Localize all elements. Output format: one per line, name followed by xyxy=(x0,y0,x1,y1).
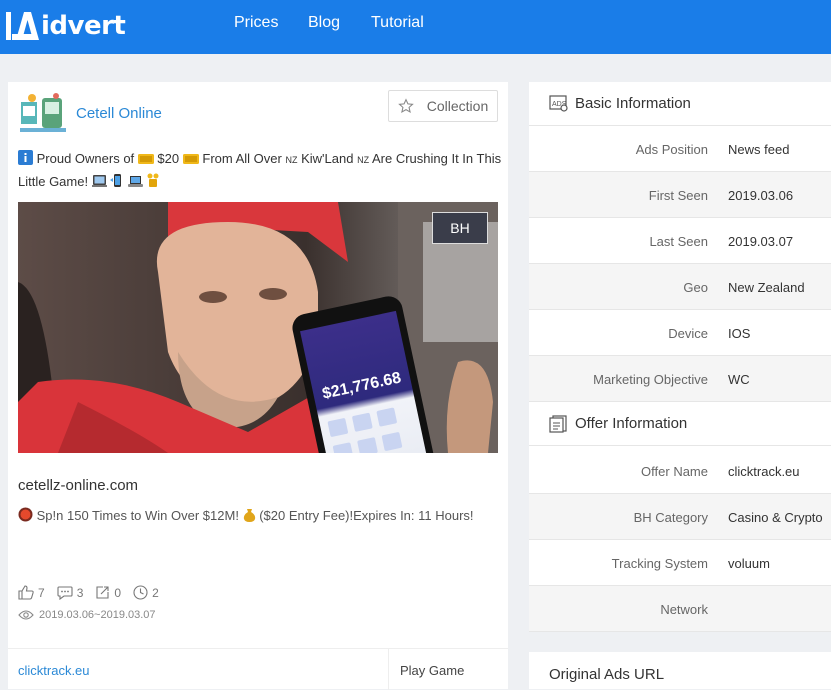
info-value: New Zealand xyxy=(728,280,805,295)
collection-button[interactable]: Collection xyxy=(388,90,498,122)
joystick-emoji-icon xyxy=(147,173,159,194)
info-value: Casino & Crypto xyxy=(728,510,823,525)
basic-info-header: ADS Basic Information xyxy=(529,82,831,126)
info-key: Tracking System xyxy=(611,556,708,571)
info-key: Offer Name xyxy=(641,464,708,479)
nav-tutorial[interactable]: Tutorial xyxy=(371,14,424,32)
thumbs-up-icon xyxy=(18,585,34,600)
desc-text-2: ($20 Entry Fee)!Expires In: 11 Hours! xyxy=(259,508,474,523)
ad-card: Cetell Online Collection Proud Owners of… xyxy=(8,82,508,690)
info-key: Device xyxy=(668,326,708,341)
headline-text-2: From All Over xyxy=(202,151,282,166)
info-key: Network xyxy=(660,602,708,617)
offer-info-header: Offer Information xyxy=(529,402,831,446)
desc-text-1: Sp!n 150 Times to Win Over $12M! xyxy=(36,508,239,523)
red-circle-emoji-icon xyxy=(18,507,33,528)
cta-label: Play Game xyxy=(400,663,465,678)
collection-label: Collection xyxy=(426,98,489,114)
page-avatar[interactable] xyxy=(18,92,68,136)
info-row-geo: Geo New Zealand xyxy=(529,264,831,310)
shares-stat: 0 xyxy=(95,585,121,600)
info-key: First Seen xyxy=(648,188,708,203)
ad-description: Sp!n 150 Times to Win Over $12M! ($20 En… xyxy=(18,506,488,528)
laptop-emoji-icon xyxy=(91,173,107,194)
clock-icon xyxy=(133,585,148,600)
money-bag-emoji-icon xyxy=(243,507,256,528)
info-value: IOS xyxy=(728,326,751,341)
engagement-stats: 7 3 0 2 xyxy=(18,585,171,600)
logo-text: idvert xyxy=(41,11,126,41)
info-row-tracking-system: Tracking System voluum xyxy=(529,540,831,586)
info-row-network: Network xyxy=(529,586,831,632)
time-stat: 2 xyxy=(133,585,159,600)
offer-info-title: Offer Information xyxy=(575,415,688,432)
info-row-ads-position: Ads Position News feed xyxy=(529,126,831,172)
offer-document-icon xyxy=(549,414,567,433)
shares-count: 0 xyxy=(114,585,122,600)
info-row-first-seen: First Seen 2019.03.06 xyxy=(529,172,831,218)
info-value: voluum xyxy=(728,556,770,571)
flag-nz-icon: NZ xyxy=(357,155,370,165)
logo-mark-icon xyxy=(4,8,40,44)
date-range-text: 2019.03.06~2019.03.07 xyxy=(39,609,156,621)
info-value: 2019.03.06 xyxy=(728,188,794,203)
info-row-marketing-objective: Marketing Objective WC xyxy=(529,356,831,402)
landing-link[interactable]: clicktrack.eu xyxy=(18,663,90,678)
info-value: WC xyxy=(728,372,750,387)
top-navbar: idvert Prices Blog Tutorial xyxy=(0,0,831,54)
page-name[interactable]: Cetell Online xyxy=(76,105,162,122)
info-key: Last Seen xyxy=(649,234,708,249)
basic-info-title: Basic Information xyxy=(575,95,691,112)
comments-stat: 3 xyxy=(57,585,84,600)
star-icon xyxy=(397,98,414,113)
ad-image[interactable]: $21,776.68 BH xyxy=(18,202,498,453)
time-count: 2 xyxy=(152,585,159,600)
info-key: Ads Position xyxy=(635,142,708,157)
info-key: Marketing Objective xyxy=(593,372,708,387)
info-emoji-icon xyxy=(18,150,33,171)
ad-headline: Proud Owners of $20 From All Over NZ Kiw… xyxy=(18,148,502,194)
info-value: News feed xyxy=(728,142,790,157)
info-row-last-seen: Last Seen 2019.03.07 xyxy=(529,218,831,264)
money-emoji-icon xyxy=(182,150,199,171)
bh-badge: BH xyxy=(432,212,488,244)
comments-count: 3 xyxy=(76,585,84,600)
cta-button[interactable]: Play Game xyxy=(388,649,508,690)
info-row-offer-name: Offer Name clicktrack.eu xyxy=(529,448,831,494)
share-icon xyxy=(96,586,109,599)
phone-emoji-icon xyxy=(110,173,124,194)
headline-text-3: Kiw'Land xyxy=(301,151,354,166)
eye-icon xyxy=(18,610,34,620)
headline-text-1: Proud Owners of xyxy=(36,151,135,166)
date-range: 2019.03.06~2019.03.07 xyxy=(18,609,156,621)
ad-domain[interactable]: cetellz-online.com xyxy=(18,477,138,494)
ads-info-icon: ADS xyxy=(549,95,568,112)
nav-prices[interactable]: Prices xyxy=(234,14,278,32)
info-row-bh-category: BH Category Casino & Crypto xyxy=(529,494,831,540)
info-row-device: Device IOS xyxy=(529,310,831,356)
info-key: BH Category xyxy=(633,510,708,525)
ad-footer: clicktrack.eu Play Game xyxy=(8,648,508,690)
flag-nz-icon: NZ xyxy=(285,155,298,165)
money-emoji-icon xyxy=(137,150,154,171)
headline-amount: $20 xyxy=(157,151,180,166)
info-key: Geo xyxy=(683,280,708,295)
likes-stat: 7 xyxy=(18,585,45,600)
likes-count: 7 xyxy=(38,585,45,600)
original-ads-panel: Original Ads URL xyxy=(529,652,831,689)
info-panel: ADS Basic Information Ads Position News f… xyxy=(529,82,831,632)
logo[interactable]: idvert xyxy=(4,6,126,46)
original-ads-title: Original Ads URL xyxy=(549,666,665,683)
info-value: clicktrack.eu xyxy=(728,464,800,479)
nav-blog[interactable]: Blog xyxy=(308,14,340,32)
computer-emoji-icon xyxy=(127,173,143,194)
comment-icon xyxy=(57,586,73,600)
info-value: 2019.03.07 xyxy=(728,234,794,249)
